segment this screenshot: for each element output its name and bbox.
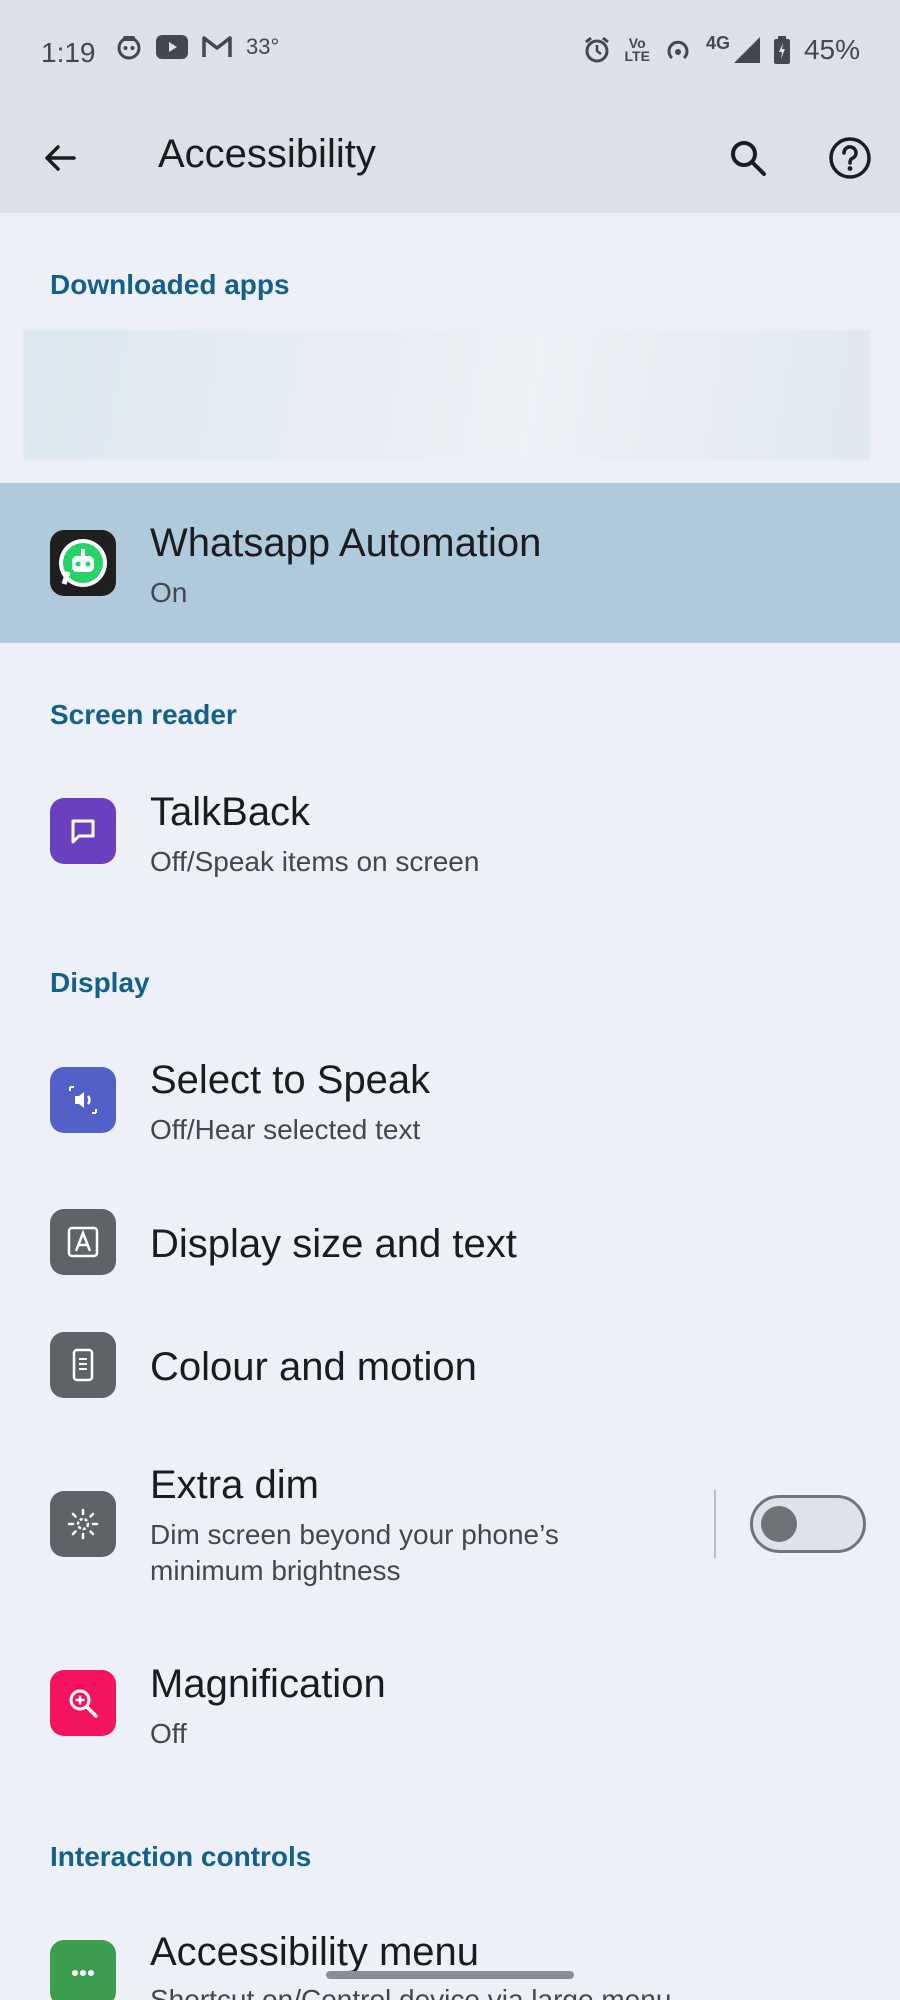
divider <box>714 1490 716 1558</box>
item-title: Magnification <box>150 1662 386 1706</box>
volte-icon: Vo LTE <box>624 35 650 64</box>
robot-notification-icon <box>116 34 142 60</box>
status-time: 1:19 <box>41 37 96 68</box>
blurred-banner <box>24 330 870 460</box>
list-item-accessibility-menu[interactable]: Accessibility menu Shortcut on/Control d… <box>0 1910 900 2000</box>
talkback-icon <box>50 798 116 864</box>
hotspot-icon <box>664 36 692 64</box>
youtube-icon <box>156 35 188 59</box>
item-title: Colour and motion <box>150 1345 477 1389</box>
item-title: Accessibility menu <box>150 1930 480 1974</box>
item-subtitle: Shortcut on/Control device via large men… <box>150 1984 672 2000</box>
item-title: Whatsapp Automation <box>150 521 542 565</box>
app-bar: Accessibility <box>0 106 900 213</box>
list-item-select-to-speak[interactable]: Select to Speak Off/Hear selected text <box>0 1038 900 1163</box>
battery-percentage: 45% <box>803 34 860 65</box>
item-subtitle: Off/Hear selected text <box>150 1114 421 1145</box>
back-button[interactable] <box>30 128 90 188</box>
section-header-display: Display <box>50 967 150 998</box>
search-button[interactable] <box>718 128 778 188</box>
temperature-text: 33° <box>246 34 280 59</box>
item-subtitle: Off/Speak items on screen <box>150 846 480 877</box>
extra-dim-icon <box>50 1491 116 1557</box>
item-subtitle: On <box>150 577 188 608</box>
arrow-left-icon <box>45 145 76 171</box>
item-subtitle: Off <box>150 1718 187 1749</box>
whatsapp-robot-icon <box>50 530 116 596</box>
battery-icon <box>773 36 790 64</box>
help-button[interactable] <box>820 128 880 188</box>
list-item-extra-dim[interactable]: Extra dim Dim screen beyond your phone’s… <box>0 1445 900 1605</box>
search-icon <box>731 141 766 176</box>
page-title: Accessibility <box>158 132 376 176</box>
toggle-knob <box>761 1506 797 1542</box>
list-item-display-size-and-text[interactable]: Display size and text <box>0 1185 900 1300</box>
magnification-icon <box>50 1670 116 1736</box>
accessibility-menu-icon <box>50 1940 116 2000</box>
item-title: TalkBack <box>150 790 311 834</box>
extra-dim-toggle[interactable] <box>750 1495 866 1553</box>
select-to-speak-icon <box>50 1067 116 1133</box>
item-title: Select to Speak <box>150 1058 431 1102</box>
item-title: Extra dim <box>150 1463 319 1507</box>
list-item-magnification[interactable]: Magnification Off <box>0 1640 900 1765</box>
section-header-screen-reader: Screen reader <box>50 699 237 730</box>
gmail-icon <box>202 35 232 59</box>
status-bar: 1:19 33° Vo LTE 4G 45% <box>0 0 900 106</box>
list-item-colour-and-motion[interactable]: Colour and motion <box>0 1308 900 1423</box>
list-item-talkback[interactable]: TalkBack Off/Speak items on screen <box>0 770 900 895</box>
signal-icon <box>733 37 760 63</box>
display-size-icon <box>50 1209 116 1275</box>
help-circle-icon <box>829 137 871 179</box>
list-item-whatsapp-automation[interactable]: Whatsapp Automation On <box>0 483 900 643</box>
item-subtitle: Dim screen beyond your phone’s minimum b… <box>150 1519 559 1586</box>
item-title: Display size and text <box>150 1222 517 1266</box>
alarm-icon <box>583 36 611 64</box>
gesture-navigation-bar[interactable] <box>326 1971 574 1979</box>
section-header-downloaded-apps: Downloaded apps <box>50 269 290 300</box>
colour-and-motion-icon <box>50 1332 116 1398</box>
section-header-interaction-controls: Interaction controls <box>50 1841 312 1872</box>
network-type-text: 4G <box>705 32 730 53</box>
